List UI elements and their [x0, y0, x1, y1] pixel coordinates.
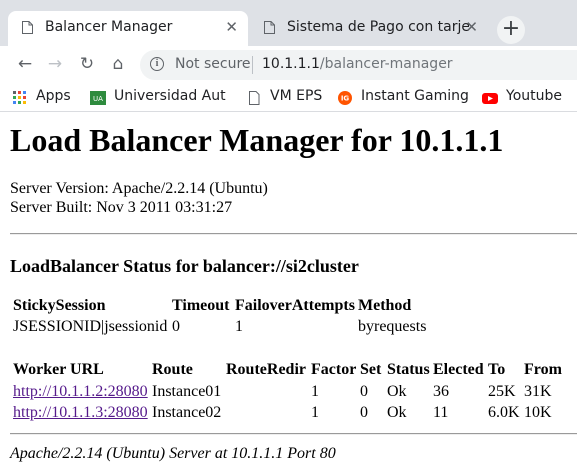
youtube-icon [482, 93, 498, 104]
bookmark-label: Youtube [506, 88, 562, 104]
header-status: Status [387, 361, 430, 378]
page-title: Load Balancer Manager for 10.1.1.1 [10, 122, 504, 158]
university-icon: UA [90, 91, 106, 105]
tab-sistema-de-pago[interactable]: Sistema de Pago con tarje ✕ [250, 11, 488, 46]
tab-title: Balancer Manager [45, 19, 173, 35]
to-value: 25K [488, 383, 516, 400]
close-tab-icon[interactable]: ✕ [225, 18, 238, 36]
bookmarks-bar: Apps UA Universidad Aut VM EPS IG Instan… [0, 84, 577, 112]
elected-value: 11 [433, 404, 449, 421]
tab-strip: Balancer Manager ✕ Sistema de Pago con t… [0, 0, 577, 46]
server-built: Server Built: Nov 3 2011 03:31:27 [10, 199, 233, 216]
security-status[interactable]: Not secure [175, 56, 251, 72]
method-value: byrequests [358, 318, 427, 335]
header-method: Method [358, 297, 412, 314]
bookmark-label: Instant Gaming [361, 88, 469, 104]
factor-value: 1 [311, 404, 319, 421]
page-icon [249, 91, 260, 105]
status-value: Ok [387, 383, 407, 400]
info-icon[interactable]: i [150, 57, 164, 71]
bookmark-label: Universidad Aut [114, 88, 226, 104]
back-arrow-icon[interactable]: ← [14, 53, 36, 75]
header-sticky-session: StickySession [13, 297, 106, 314]
apps-grid-icon [13, 91, 26, 104]
header-route: Route [152, 361, 193, 378]
close-tab-icon[interactable]: ✕ [465, 18, 478, 36]
divider [10, 233, 577, 235]
header-worker-url: Worker URL [13, 361, 104, 378]
status-value: Ok [387, 404, 407, 421]
new-tab-button[interactable]: + [497, 16, 525, 44]
bookmark-label: VM EPS [270, 88, 323, 104]
worker-url-link[interactable]: http://10.1.1.3:28080 [13, 404, 148, 422]
instant-gaming-badge: IG [341, 95, 350, 103]
header-factor: Factor [311, 361, 357, 378]
forward-arrow-icon[interactable]: → [44, 53, 66, 75]
header-timeout: Timeout [172, 297, 230, 314]
header-set: Set [360, 361, 382, 378]
url-text[interactable]: 10.1.1.1/balancer-manager [262, 56, 453, 72]
university-badge: UA [93, 95, 103, 103]
elected-value: 36 [433, 383, 449, 400]
sticky-session-value: JSESSIONID|jsessionid [13, 318, 168, 335]
url-path: /balancer-manager [319, 56, 453, 72]
tab-balancer-manager[interactable]: Balancer Manager ✕ [8, 11, 248, 46]
from-value: 31K [524, 383, 552, 400]
worker-url-link[interactable]: http://10.1.1.2:28080 [13, 383, 148, 401]
header-elected: Elected [433, 361, 484, 378]
page-content: Load Balancer Manager for 10.1.1.1 Serve… [0, 112, 577, 467]
timeout-value: 0 [172, 318, 180, 335]
header-to: To [488, 361, 506, 378]
to-value: 6.0K [488, 404, 520, 421]
reload-icon[interactable]: ↻ [76, 53, 98, 75]
browser-toolbar: ← → ↻ ⌂ i Not secure 10.1.1.1/balancer-m… [0, 46, 577, 84]
from-value: 10K [524, 404, 552, 421]
url-host: 10.1.1.1 [262, 56, 320, 72]
address-divider [252, 56, 253, 74]
instant-gaming-icon: IG [338, 91, 352, 105]
balancer-heading: LoadBalancer Status for balancer://si2cl… [10, 256, 359, 276]
page-icon [22, 21, 33, 34]
tab-title: Sistema de Pago con tarje [287, 19, 469, 35]
set-value: 0 [360, 404, 368, 421]
header-from: From [524, 361, 562, 378]
header-failover-attempts: FailoverAttempts [235, 297, 355, 314]
page-icon [264, 21, 275, 34]
server-signature: Apache/2.2.14 (Ubuntu) Server at 10.1.1.… [10, 445, 336, 462]
home-icon[interactable]: ⌂ [107, 53, 129, 75]
header-route-redir: RouteRedir [226, 361, 306, 378]
route-value: Instance02 [152, 404, 222, 421]
set-value: 0 [360, 383, 368, 400]
address-bar[interactable]: i Not secure 10.1.1.1/balancer-manager [140, 50, 577, 80]
divider [10, 433, 577, 435]
server-version: Server Version: Apache/2.2.14 (Ubuntu) [10, 180, 268, 197]
bookmark-label: Apps [36, 88, 71, 104]
failover-attempts-value: 1 [235, 318, 243, 335]
factor-value: 1 [311, 383, 319, 400]
route-value: Instance01 [152, 383, 222, 400]
